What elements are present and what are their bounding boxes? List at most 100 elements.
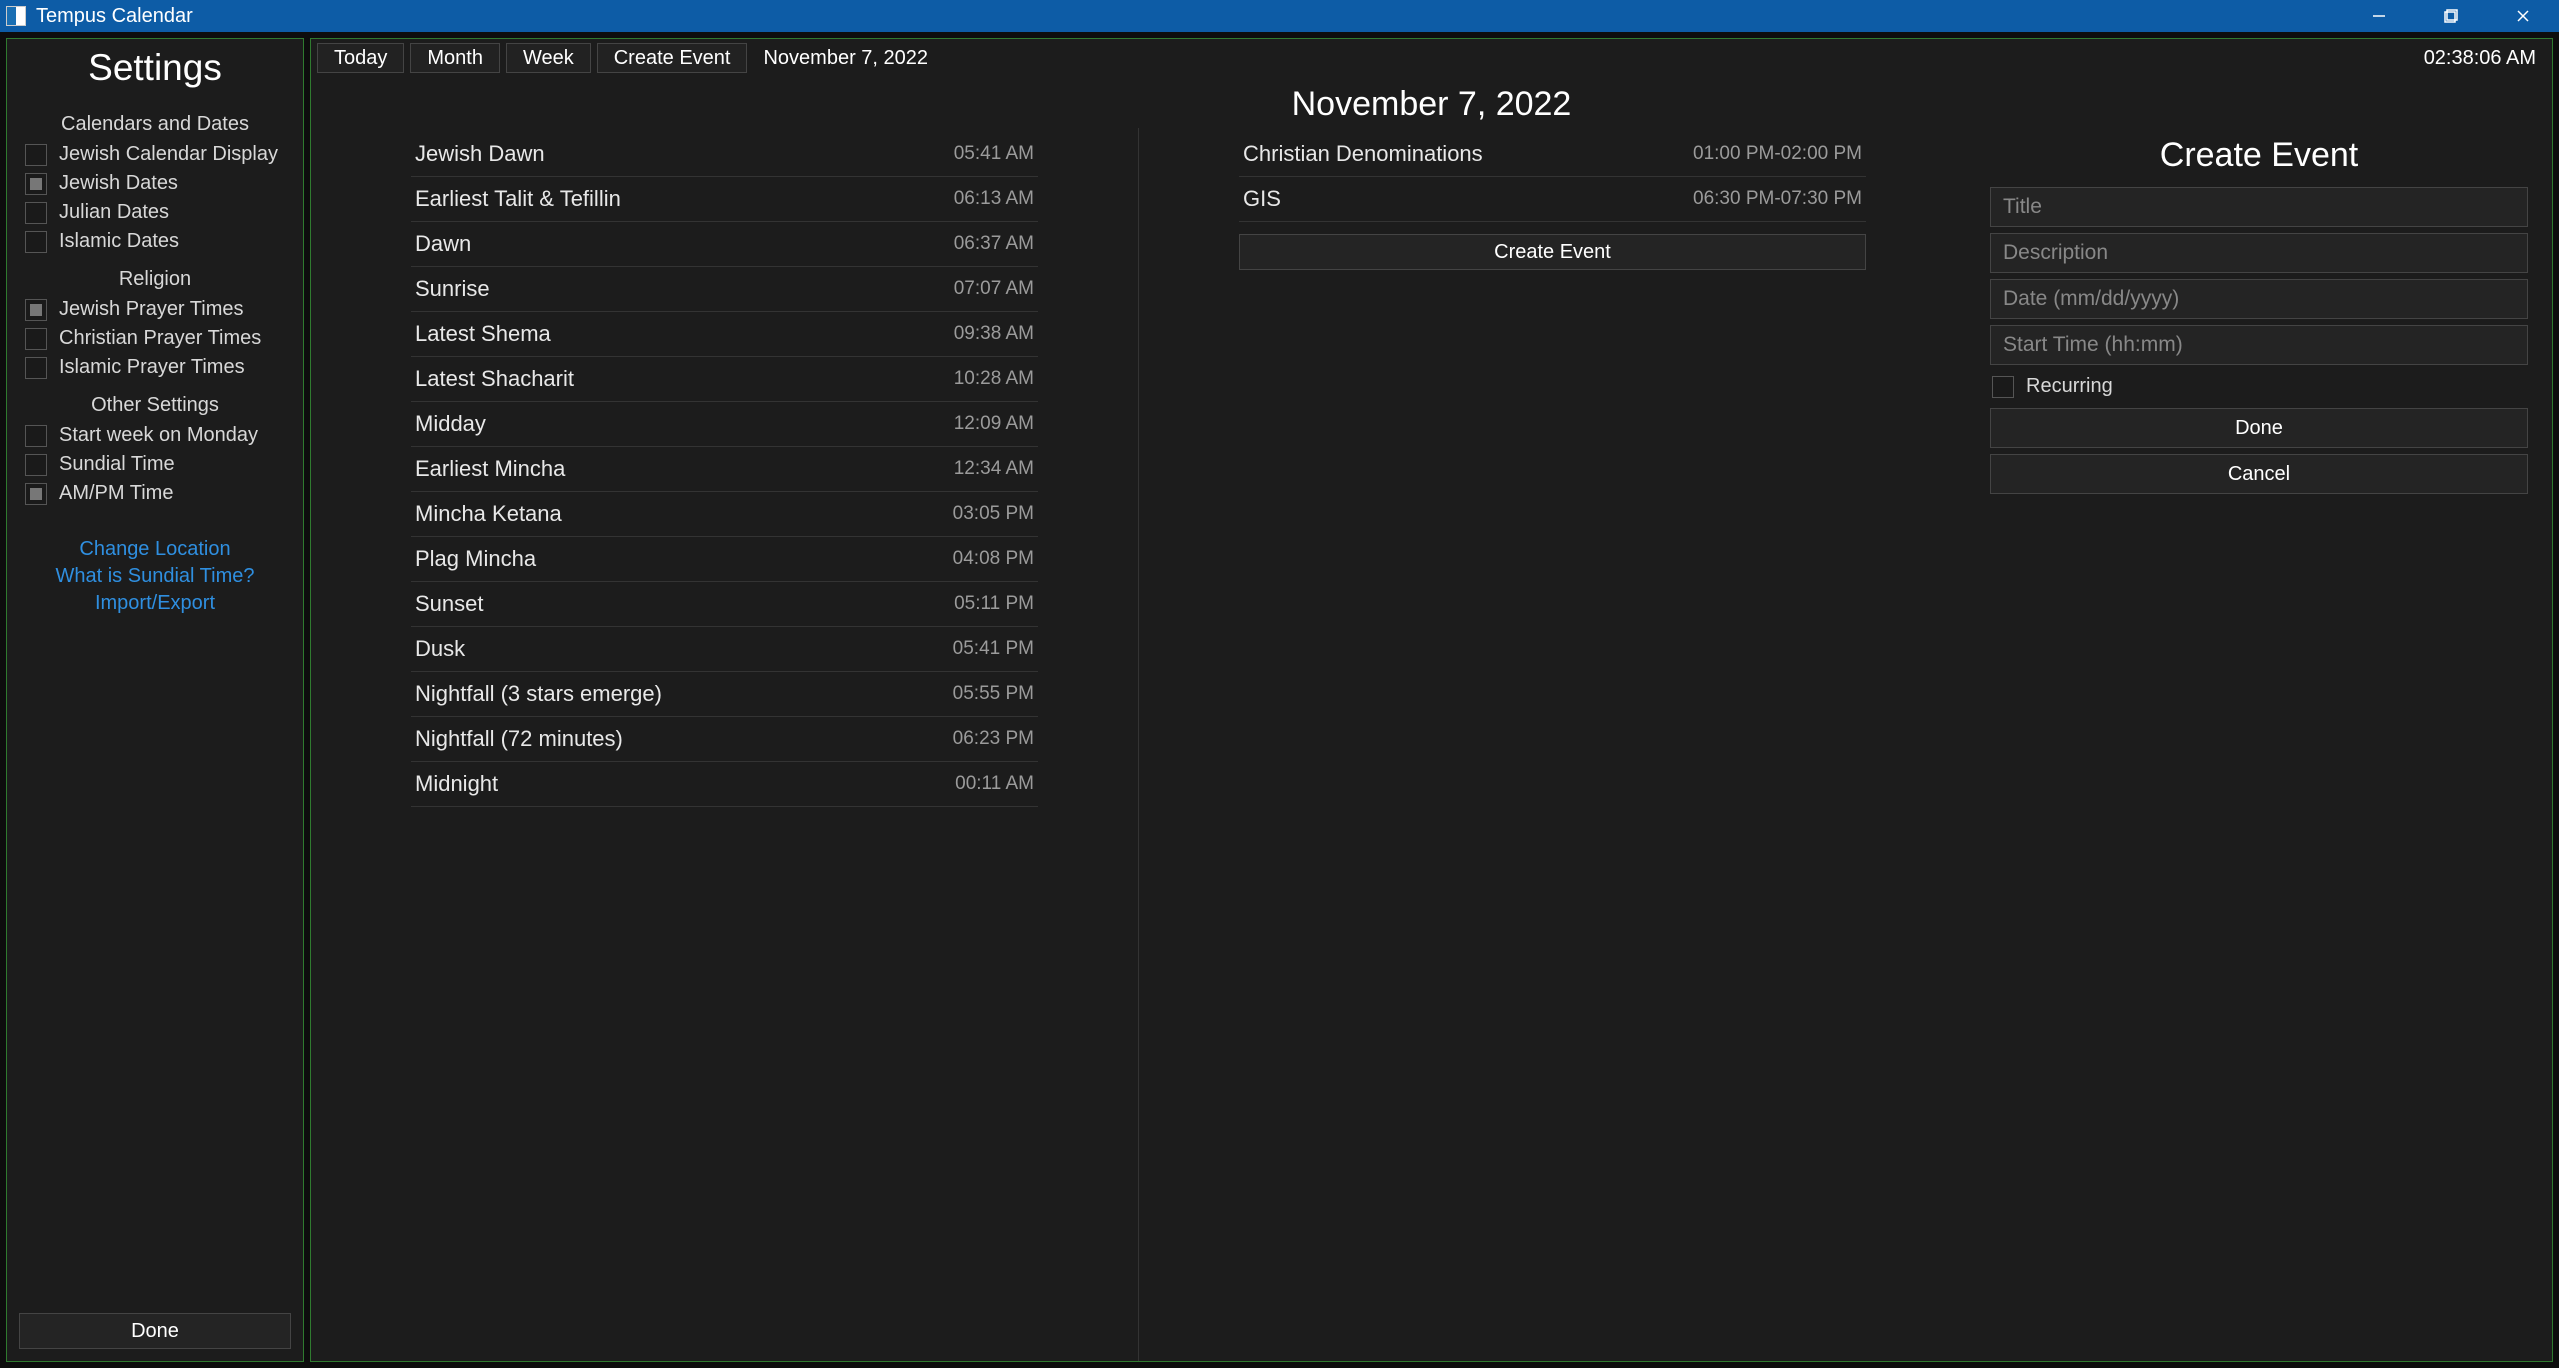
prayer-time-value: 05:41 AM xyxy=(954,143,1034,165)
prayer-time-value: 00:11 AM xyxy=(955,773,1034,795)
other-setting-row: Sundial Time xyxy=(19,450,291,479)
week-button[interactable]: Week xyxy=(506,43,591,73)
prayer-time-value: 04:08 PM xyxy=(953,548,1034,570)
clock-label: 02:38:06 AM xyxy=(2414,43,2546,73)
prayer-time-value: 06:13 AM xyxy=(954,188,1034,210)
prayer-time-label: Sunset xyxy=(415,591,954,617)
calendar-setting-label: Julian Dates xyxy=(59,201,169,224)
prayer-time-label: Earliest Mincha xyxy=(415,456,954,482)
prayer-time-label: Dusk xyxy=(415,636,953,662)
other-setting-checkbox[interactable] xyxy=(25,454,47,476)
app-icon xyxy=(6,6,26,26)
prayer-time-value: 10:28 AM xyxy=(954,368,1034,390)
prayer-time-label: Latest Shacharit xyxy=(415,366,954,392)
prayer-time-row: Earliest Talit & Tefillin06:13 AM xyxy=(411,177,1038,222)
event-start-time-input[interactable] xyxy=(1990,325,2528,365)
current-date-label: November 7, 2022 xyxy=(753,43,938,73)
event-time: 01:00 PM-02:00 PM xyxy=(1693,143,1862,165)
prayer-time-label: Midday xyxy=(415,411,954,437)
prayer-time-label: Nightfall (3 stars emerge) xyxy=(415,681,953,707)
today-button[interactable]: Today xyxy=(317,43,404,73)
other-setting-label: AM/PM Time xyxy=(59,482,173,505)
prayer-time-value: 05:55 PM xyxy=(953,683,1034,705)
religion-setting-row: Jewish Prayer Times xyxy=(19,295,291,324)
events-create-button[interactable]: Create Event xyxy=(1239,234,1866,270)
religion-setting-label: Christian Prayer Times xyxy=(59,327,261,350)
titlebar: Tempus Calendar xyxy=(0,0,2559,32)
event-description-input[interactable] xyxy=(1990,233,2528,273)
prayer-time-row: Jewish Dawn05:41 AM xyxy=(411,132,1038,177)
prayer-time-row: Mincha Ketana03:05 PM xyxy=(411,492,1038,537)
event-row[interactable]: GIS06:30 PM-07:30 PM xyxy=(1239,177,1866,222)
other-setting-label: Sundial Time xyxy=(59,453,175,476)
prayer-time-row: Latest Shacharit10:28 AM xyxy=(411,357,1038,402)
section-heading-calendars: Calendars and Dates xyxy=(19,113,291,136)
prayer-time-row: Sunset05:11 PM xyxy=(411,582,1038,627)
prayer-time-row: Sunrise07:07 AM xyxy=(411,267,1038,312)
prayer-time-row: Latest Shema09:38 AM xyxy=(411,312,1038,357)
religion-setting-row: Christian Prayer Times xyxy=(19,324,291,353)
section-heading-other: Other Settings xyxy=(19,394,291,417)
other-setting-row: Start week on Monday xyxy=(19,421,291,450)
event-date-input[interactable] xyxy=(1990,279,2528,319)
other-setting-checkbox[interactable] xyxy=(25,483,47,505)
change-location-link[interactable]: Change Location xyxy=(79,538,230,561)
sundial-info-link[interactable]: What is Sundial Time? xyxy=(56,565,255,588)
prayer-time-label: Dawn xyxy=(415,231,954,257)
calendar-setting-label: Jewish Calendar Display xyxy=(59,143,278,166)
prayer-time-label: Plag Mincha xyxy=(415,546,953,572)
prayer-time-row: Nightfall (3 stars emerge)05:55 PM xyxy=(411,672,1038,717)
create-event-cancel-button[interactable]: Cancel xyxy=(1990,454,2528,494)
prayer-time-label: Nightfall (72 minutes) xyxy=(415,726,953,752)
prayer-time-value: 09:38 AM xyxy=(954,323,1034,345)
app-title: Tempus Calendar xyxy=(36,5,193,28)
prayer-time-row: Dawn06:37 AM xyxy=(411,222,1038,267)
toolbar: Today Month Week Create Event November 7… xyxy=(311,39,2552,77)
prayer-time-value: 06:37 AM xyxy=(954,233,1034,255)
other-setting-row: AM/PM Time xyxy=(19,479,291,508)
prayer-time-value: 05:11 PM xyxy=(954,593,1034,615)
calendar-setting-checkbox[interactable] xyxy=(25,231,47,253)
prayer-time-label: Midnight xyxy=(415,771,955,797)
prayer-time-value: 12:34 AM xyxy=(954,458,1034,480)
month-button[interactable]: Month xyxy=(410,43,500,73)
prayer-time-row: Earliest Mincha12:34 AM xyxy=(411,447,1038,492)
create-event-panel: Create Event Recurring Done Cancel xyxy=(1966,128,2552,1361)
other-setting-checkbox[interactable] xyxy=(25,425,47,447)
event-title-input[interactable] xyxy=(1990,187,2528,227)
settings-sidebar: Settings Calendars and Dates Jewish Cale… xyxy=(6,38,304,1362)
event-label: GIS xyxy=(1243,186,1693,212)
maximize-button[interactable] xyxy=(2415,0,2487,32)
event-time: 06:30 PM-07:30 PM xyxy=(1693,188,1862,210)
main-panel: Today Month Week Create Event November 7… xyxy=(310,38,2553,1362)
section-heading-religion: Religion xyxy=(19,268,291,291)
prayer-time-row: Midday12:09 AM xyxy=(411,402,1038,447)
religion-setting-checkbox[interactable] xyxy=(25,328,47,350)
create-event-done-button[interactable]: Done xyxy=(1990,408,2528,448)
prayer-time-row: Dusk05:41 PM xyxy=(411,627,1038,672)
calendar-setting-checkbox[interactable] xyxy=(25,144,47,166)
prayer-time-row: Plag Mincha04:08 PM xyxy=(411,537,1038,582)
event-row[interactable]: Christian Denominations01:00 PM-02:00 PM xyxy=(1239,132,1866,177)
other-setting-label: Start week on Monday xyxy=(59,424,258,447)
prayer-time-value: 03:05 PM xyxy=(953,503,1034,525)
create-event-title: Create Event xyxy=(1990,136,2528,175)
prayer-time-row: Nightfall (72 minutes)06:23 PM xyxy=(411,717,1038,762)
create-event-button[interactable]: Create Event xyxy=(597,43,748,73)
calendar-setting-row: Islamic Dates xyxy=(19,227,291,256)
import-export-link[interactable]: Import/Export xyxy=(95,592,215,615)
religion-setting-checkbox[interactable] xyxy=(25,357,47,379)
prayer-time-label: Sunrise xyxy=(415,276,954,302)
settings-title: Settings xyxy=(19,47,291,89)
recurring-checkbox[interactable] xyxy=(1992,376,2014,398)
calendar-setting-checkbox[interactable] xyxy=(25,173,47,195)
minimize-button[interactable] xyxy=(2343,0,2415,32)
calendar-setting-checkbox[interactable] xyxy=(25,202,47,224)
recurring-label: Recurring xyxy=(2026,375,2113,398)
prayer-times-column: Jewish Dawn05:41 AMEarliest Talit & Tefi… xyxy=(311,128,1139,1361)
prayer-time-value: 05:41 PM xyxy=(953,638,1034,660)
prayer-time-row: Midnight00:11 AM xyxy=(411,762,1038,807)
close-button[interactable] xyxy=(2487,0,2559,32)
religion-setting-checkbox[interactable] xyxy=(25,299,47,321)
settings-done-button[interactable]: Done xyxy=(19,1313,291,1349)
